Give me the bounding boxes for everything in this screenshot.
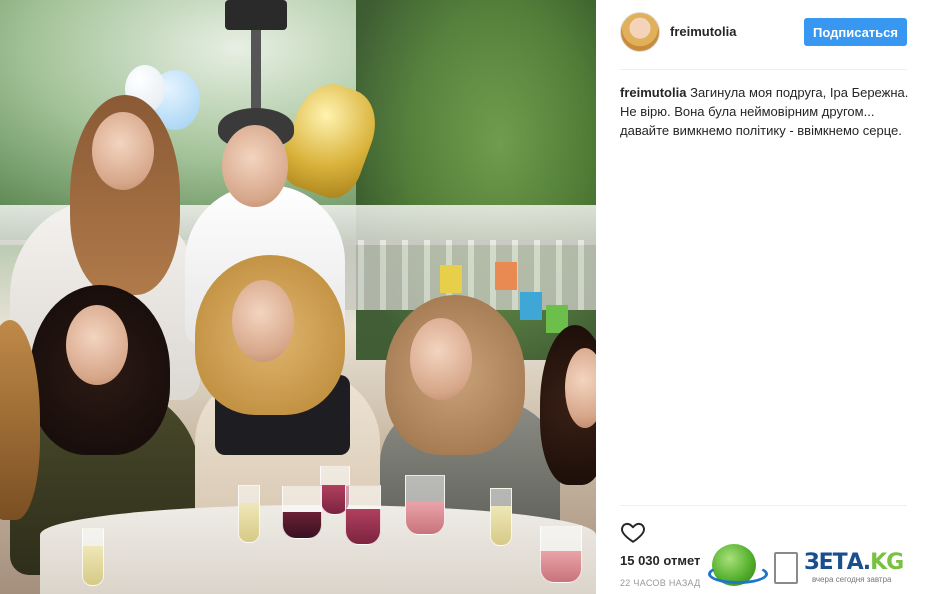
likes-count[interactable]: 15 030 отмет bbox=[620, 553, 700, 568]
username-link[interactable]: freimutolia bbox=[670, 24, 736, 39]
photo-face bbox=[410, 318, 472, 400]
post-timestamp[interactable]: 22 ЧАСОВ НАЗАД bbox=[620, 578, 701, 588]
photo-face bbox=[92, 112, 154, 190]
photo-face bbox=[222, 125, 288, 207]
header-divider bbox=[620, 69, 907, 70]
post-header: freimutolia Подписаться bbox=[596, 0, 928, 68]
heart-icon[interactable] bbox=[620, 519, 646, 545]
photo-champagne-glass bbox=[238, 485, 260, 543]
photo-patio-heater bbox=[225, 0, 287, 30]
photo-wine-glass bbox=[405, 475, 445, 535]
post-caption: freimutolia Загинула моя подруга, Іра Бе… bbox=[620, 83, 910, 140]
post-side-panel: freimutolia Подписаться freimutolia Заги… bbox=[596, 0, 928, 594]
watermark-tagline: вчера сегодня завтра bbox=[812, 575, 892, 584]
photo-champagne-glass bbox=[490, 488, 512, 546]
photo-bunting-flag bbox=[520, 292, 542, 320]
photo-champagne-glass bbox=[82, 528, 104, 586]
actions-divider bbox=[620, 505, 907, 506]
photo-bunting-flag bbox=[440, 265, 462, 293]
photo-face bbox=[232, 280, 294, 362]
post-photo[interactable] bbox=[0, 0, 596, 594]
photo-wine-glass bbox=[282, 485, 322, 539]
watermark-brand: ЗЕТА.KG bbox=[804, 550, 904, 575]
avatar[interactable] bbox=[620, 12, 660, 52]
globe-ring bbox=[708, 564, 768, 584]
hourglass-icon bbox=[774, 552, 798, 584]
caption-username-link[interactable]: freimutolia bbox=[620, 85, 686, 100]
photo-face bbox=[66, 305, 128, 385]
follow-button[interactable]: Подписаться bbox=[804, 18, 907, 46]
photo-patio-heater-pole bbox=[251, 30, 261, 120]
photo-wine-glass bbox=[540, 525, 582, 583]
site-watermark: ЗЕТА.KG вчера сегодня завтра bbox=[708, 544, 928, 590]
photo-wine-glass bbox=[345, 485, 381, 545]
photo-bunting-flag bbox=[495, 262, 517, 290]
